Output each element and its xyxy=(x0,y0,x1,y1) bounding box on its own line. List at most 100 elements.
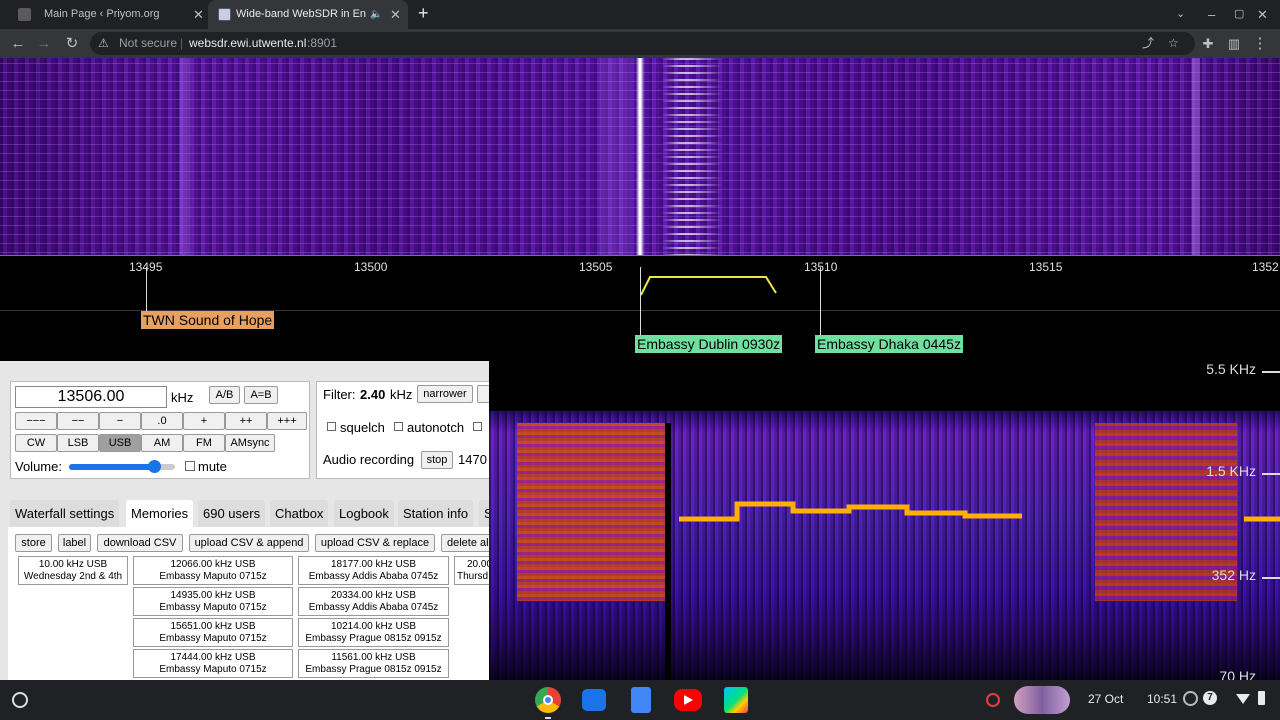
tab-users[interactable]: 690 users xyxy=(198,500,266,527)
step-button[interactable]: −−− xyxy=(15,412,57,430)
delete-all-button[interactable]: delete al xyxy=(441,534,489,552)
frequency-input[interactable]: 13506.00 xyxy=(15,386,167,408)
stop-button[interactable]: stop xyxy=(421,451,453,469)
step-button[interactable]: − xyxy=(99,412,141,430)
store-button[interactable]: store xyxy=(15,534,52,552)
label-button[interactable]: label xyxy=(58,534,91,552)
volume-label: Volume: xyxy=(15,459,62,474)
mode-cw[interactable]: CW xyxy=(15,434,57,452)
step-button[interactable]: ++ xyxy=(225,412,267,430)
chevron-down-icon[interactable]: ⌄ xyxy=(1176,0,1185,29)
speaker-icon[interactable]: 🔈 xyxy=(370,0,382,29)
minimize-icon[interactable]: – xyxy=(1208,0,1215,29)
memory-entry[interactable]: 10.00 kHz USB Wednesday 2nd & 4th xyxy=(18,556,128,585)
extensions-icon[interactable]: ✚ xyxy=(1198,29,1218,58)
menu-icon[interactable]: ⋮ xyxy=(1250,29,1270,58)
avatar-group[interactable] xyxy=(1014,686,1070,714)
memory-label: Embassy Addis Ababa 0745z xyxy=(308,602,439,613)
tab-websdr[interactable]: Wide-band WebSDR in Ensch 🔈 ✕ xyxy=(208,0,408,29)
memory-label: Wednesday 2nd & 4th xyxy=(23,571,123,582)
station-label-dublin[interactable]: Embassy Dublin 0930z xyxy=(635,335,783,353)
tab-waterfall-settings[interactable]: Waterfall settings xyxy=(10,500,120,527)
memory-entry[interactable]: 14935.00 kHz USB Embassy Maputo 0715z xyxy=(133,587,293,616)
step-button[interactable]: .0 xyxy=(141,412,183,430)
filter-value: 2.40 xyxy=(360,387,386,402)
tab-memories[interactable]: Memories xyxy=(126,500,194,527)
station-label-dhaka[interactable]: Embassy Dhaka 0445z xyxy=(815,335,963,353)
memory-freq: 17444.00 kHz USB xyxy=(170,652,256,663)
step-button[interactable]: +++ xyxy=(267,412,307,430)
back-icon[interactable]: ← xyxy=(8,29,28,58)
close-icon[interactable]: ✕ xyxy=(390,0,401,29)
station-marker xyxy=(146,267,147,311)
tab-priyom[interactable]: Main Page ‹ Priyom.org ✕ xyxy=(8,0,208,29)
filter-box: Filter: 2.40 kHz narrower squelch autono… xyxy=(316,381,496,479)
aeqb-button[interactable]: A=B xyxy=(244,386,278,404)
mode-usb[interactable]: USB xyxy=(99,434,141,452)
mode-amsync[interactable]: AMsync xyxy=(225,434,275,452)
record-icon[interactable] xyxy=(986,693,1000,707)
new-tab-icon[interactable]: + xyxy=(418,0,429,27)
mute-checkbox[interactable] xyxy=(185,461,195,471)
download-csv-button[interactable]: download CSV xyxy=(97,534,183,552)
sidepanel-icon[interactable]: ▥ xyxy=(1224,29,1244,58)
memory-entry[interactable]: 15651.00 kHz USB Embassy Maputo 0715z xyxy=(133,618,293,647)
autonotch-checkbox[interactable] xyxy=(394,422,403,431)
forward-icon[interactable]: → xyxy=(34,29,54,58)
reload-icon[interactable]: ↻ xyxy=(62,29,82,58)
volume-slider[interactable] xyxy=(69,460,175,473)
mode-lsb[interactable]: LSB xyxy=(57,434,99,452)
option-checkbox[interactable] xyxy=(473,422,482,431)
memory-entry[interactable]: 11561.00 kHz USB Embassy Prague 0815z 091… xyxy=(298,649,449,678)
upload-replace-button[interactable]: upload CSV & replace xyxy=(315,534,435,552)
play-store-icon[interactable] xyxy=(724,687,748,713)
mode-am[interactable]: AM xyxy=(141,434,183,452)
memory-entry[interactable]: 12066.00 kHz USB Embassy Maputo 0715z xyxy=(133,556,293,585)
launcher-icon[interactable] xyxy=(12,692,28,708)
warning-icon[interactable]: ⚠ xyxy=(98,32,109,55)
tab-logbook[interactable]: Logbook xyxy=(334,500,394,527)
share-icon[interactable]: ⤴ xyxy=(1142,32,1154,55)
wifi-icon[interactable] xyxy=(1236,694,1250,704)
security-status: Not secure xyxy=(119,36,178,50)
squelch-checkbox[interactable] xyxy=(327,422,336,431)
websdr-favicon xyxy=(218,8,231,21)
time-label[interactable]: 10:51 xyxy=(1147,692,1177,706)
station-label-twn[interactable]: TWN Sound of Hope xyxy=(141,311,275,329)
frequency-scale[interactable]: 13495 13500 13505 13510 13515 1352 TWN S… xyxy=(0,255,1280,360)
tab-station-info[interactable]: Station info xyxy=(398,500,474,527)
step-button[interactable]: −− xyxy=(57,412,99,430)
hz-label: 1.5 KHz xyxy=(1206,463,1256,479)
upload-append-button[interactable]: upload CSV & append xyxy=(189,534,309,552)
window-close-icon[interactable]: ✕ xyxy=(1257,0,1268,29)
memory-freq: 20334.00 kHz USB xyxy=(330,590,417,601)
waterfall-display[interactable] xyxy=(0,58,1280,255)
star-icon[interactable]: ☆ xyxy=(1168,32,1179,55)
docs-icon[interactable] xyxy=(631,687,651,713)
memory-entry[interactable]: 20334.00 kHz USB Embassy Addis Ababa 0745… xyxy=(298,587,449,616)
date-label[interactable]: 27 Oct xyxy=(1088,692,1123,706)
memory-freq: 15651.00 kHz USB xyxy=(170,621,256,632)
memory-entry[interactable]: 20.00Thursd xyxy=(454,556,489,585)
memory-entry[interactable]: 17444.00 kHz USB Embassy Maputo 0715z xyxy=(133,649,293,678)
tab-chatbox[interactable]: Chatbox xyxy=(270,500,329,527)
memory-freq: 10.00 kHz USB xyxy=(38,559,108,570)
close-icon[interactable]: ✕ xyxy=(193,0,204,29)
youtube-icon[interactable] xyxy=(674,689,702,711)
mode-fm[interactable]: FM xyxy=(183,434,225,452)
tab-more[interactable]: S xyxy=(479,500,489,527)
narrower-button[interactable]: narrower xyxy=(417,385,473,403)
memory-entry[interactable]: 10214.00 kHz USB Embassy Prague 0815z 091… xyxy=(298,618,449,647)
ab-button[interactable]: A/B xyxy=(209,386,240,404)
chrome-icon[interactable] xyxy=(535,687,561,713)
priyom-favicon xyxy=(18,8,31,21)
notification-badge[interactable]: 7 xyxy=(1203,691,1217,705)
tab-title: Main Page ‹ Priyom.org xyxy=(44,8,160,20)
step-button[interactable]: + xyxy=(183,412,225,430)
memory-entry[interactable]: 18177.00 kHz USB Embassy Addis Ababa 0745… xyxy=(298,556,449,585)
signal-band xyxy=(1192,58,1200,255)
address-bar[interactable]: ⚠ Not secure | websdr.ewi.utwente.nl :89… xyxy=(90,32,1195,55)
maximize-icon[interactable]: ▢ xyxy=(1234,0,1244,29)
files-icon[interactable] xyxy=(582,689,606,711)
battery-icon[interactable] xyxy=(1258,691,1265,705)
